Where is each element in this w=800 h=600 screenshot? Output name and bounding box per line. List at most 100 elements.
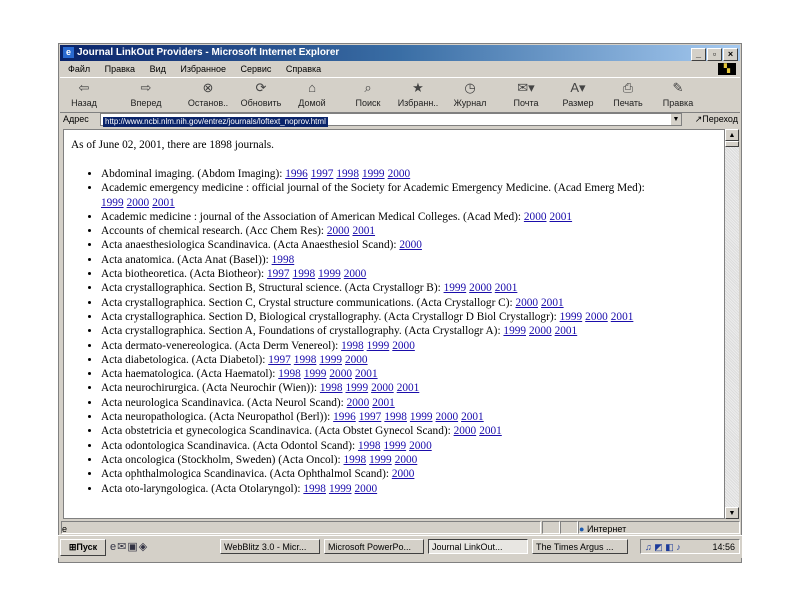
year-link[interactable]: 1997 <box>359 411 382 423</box>
favorites-button[interactable]: ★ Избранн.. <box>396 79 440 111</box>
title-bar[interactable]: e Journal LinkOut Providers - Microsoft I… <box>60 45 740 61</box>
year-link[interactable]: 1999 <box>319 354 342 366</box>
year-link[interactable]: 2000 <box>345 354 368 366</box>
year-link[interactable]: 2000 <box>395 454 418 466</box>
back-button[interactable]: ⇦ Назад <box>66 79 102 111</box>
year-link[interactable]: 2001 <box>541 297 564 309</box>
desktop-quicklaunch-icon[interactable]: ▣ <box>127 541 138 553</box>
forward-button[interactable]: ⇨ Вперед <box>126 79 166 111</box>
close-button[interactable]: × <box>723 48 738 61</box>
year-link[interactable]: 1998 <box>278 368 301 380</box>
year-link[interactable]: 1999 <box>410 411 433 423</box>
year-link[interactable]: 2000 <box>392 468 415 480</box>
year-link[interactable]: 1998 <box>344 454 367 466</box>
year-link[interactable]: 2001 <box>479 425 502 437</box>
year-link[interactable]: 1996 <box>333 411 356 423</box>
edit-button[interactable]: ✎ Правка <box>660 79 696 111</box>
menu-tools[interactable]: Сервис <box>241 64 272 74</box>
go-button[interactable]: ↗Переход <box>695 112 738 126</box>
menu-file[interactable]: Файл <box>68 64 90 74</box>
address-url[interactable]: http://www.ncbi.nlm.nih.gov/entrez/journ… <box>103 117 328 127</box>
menu-edit[interactable]: Правка <box>105 64 135 74</box>
year-link[interactable]: 2000 <box>454 425 477 437</box>
year-link[interactable]: 1998 <box>358 440 381 452</box>
year-link[interactable]: 2000 <box>392 340 415 352</box>
year-link[interactable]: 1998 <box>341 340 364 352</box>
year-link[interactable]: 1999 <box>329 483 352 495</box>
font-size-button[interactable]: A▾ Размер <box>556 79 600 111</box>
menu-view[interactable]: Вид <box>150 64 166 74</box>
year-link[interactable]: 2000 <box>529 325 552 337</box>
year-link[interactable]: 1999 <box>444 282 467 294</box>
year-link[interactable]: 2000 <box>515 297 538 309</box>
address-input[interactable]: http://www.ncbi.nlm.nih.gov/entrez/journ… <box>100 113 682 127</box>
year-link[interactable]: 2001 <box>611 311 634 323</box>
year-link[interactable]: 1999 <box>362 168 385 180</box>
year-link[interactable]: 1999 <box>101 197 124 209</box>
scroll-thumb[interactable] <box>725 141 739 147</box>
menu-favorites[interactable]: Избранное <box>180 64 226 74</box>
year-link[interactable]: 1999 <box>304 368 327 380</box>
minimize-button[interactable]: _ <box>691 48 706 61</box>
chevron-down-icon[interactable]: ▼ <box>671 114 681 125</box>
year-link[interactable]: 2001 <box>555 325 578 337</box>
year-link[interactable]: 1999 <box>384 440 407 452</box>
search-button[interactable]: ⌕ Поиск <box>350 79 386 111</box>
app-quicklaunch-icon[interactable]: ◈ <box>139 541 148 553</box>
year-link[interactable]: 1998 <box>336 168 359 180</box>
year-link[interactable]: 1998 <box>293 268 316 280</box>
year-link[interactable]: 2000 <box>585 311 608 323</box>
year-link[interactable]: 2001 <box>397 382 420 394</box>
year-link[interactable]: 1999 <box>369 454 392 466</box>
scroll-down-arrow[interactable]: ▼ <box>725 507 739 519</box>
start-button[interactable]: ⊞Пуск <box>60 539 106 556</box>
year-link[interactable]: 2000 <box>347 397 370 409</box>
vertical-scrollbar[interactable]: ▲ ▼ <box>725 129 739 519</box>
stop-button[interactable]: ⊗ Останов.. <box>185 79 231 111</box>
tray-icons[interactable]: ♫ ◩ ◧ ♪ <box>645 540 681 555</box>
history-button[interactable]: ◷ Журнал <box>450 79 490 111</box>
year-link[interactable]: 1997 <box>311 168 334 180</box>
year-link[interactable]: 1998 <box>384 411 407 423</box>
year-link[interactable]: 1996 <box>285 168 308 180</box>
year-link[interactable]: 2000 <box>409 440 432 452</box>
year-link[interactable]: 2000 <box>355 483 378 495</box>
year-link[interactable]: 2000 <box>127 197 150 209</box>
year-link[interactable]: 2000 <box>327 225 350 237</box>
year-link[interactable]: 1999 <box>560 311 583 323</box>
outlook-quicklaunch-icon[interactable]: ✉ <box>117 541 127 553</box>
taskbar-item-powerpoint[interactable]: Microsoft PowerPo... <box>324 539 424 554</box>
year-link[interactable]: 2000 <box>524 211 547 223</box>
maximize-button[interactable]: ▫ <box>707 48 722 61</box>
year-link[interactable]: 2000 <box>371 382 394 394</box>
year-link[interactable]: 2001 <box>495 282 518 294</box>
year-link[interactable]: 2001 <box>152 197 175 209</box>
year-link[interactable]: 1999 <box>346 382 369 394</box>
year-link[interactable]: 2001 <box>355 368 378 380</box>
taskbar-item-journal-linkout[interactable]: Journal LinkOut... <box>428 539 528 554</box>
year-link[interactable]: 1999 <box>503 325 526 337</box>
mail-button[interactable]: ✉▾ Почта <box>508 79 544 111</box>
year-link[interactable]: 2001 <box>352 225 375 237</box>
year-link[interactable]: 1997 <box>267 268 290 280</box>
year-link[interactable]: 2001 <box>372 397 395 409</box>
year-link[interactable]: 1998 <box>303 483 326 495</box>
year-link[interactable]: 1998 <box>272 254 295 266</box>
year-link[interactable]: 1998 <box>320 382 343 394</box>
year-link[interactable]: 2000 <box>436 411 459 423</box>
print-button[interactable]: ⎙ Печать <box>608 79 648 111</box>
menu-help[interactable]: Справка <box>286 64 321 74</box>
year-link[interactable]: 2001 <box>461 411 484 423</box>
taskbar-item-webblitz[interactable]: WebBlitz 3.0 - Micr... <box>220 539 320 554</box>
year-link[interactable]: 2000 <box>469 282 492 294</box>
year-link[interactable]: 2001 <box>549 211 572 223</box>
home-button[interactable]: ⌂ Домой <box>294 79 330 111</box>
clock[interactable]: 14:56 <box>712 540 735 555</box>
year-link[interactable]: 2000 <box>388 168 411 180</box>
year-link[interactable]: 1999 <box>367 340 390 352</box>
refresh-button[interactable]: ⟳ Обновить <box>238 79 284 111</box>
year-link[interactable]: 1997 <box>268 354 291 366</box>
year-link[interactable]: 1999 <box>318 268 341 280</box>
year-link[interactable]: 1998 <box>294 354 317 366</box>
taskbar-item-times-argus[interactable]: The Times Argus ... <box>532 539 628 554</box>
